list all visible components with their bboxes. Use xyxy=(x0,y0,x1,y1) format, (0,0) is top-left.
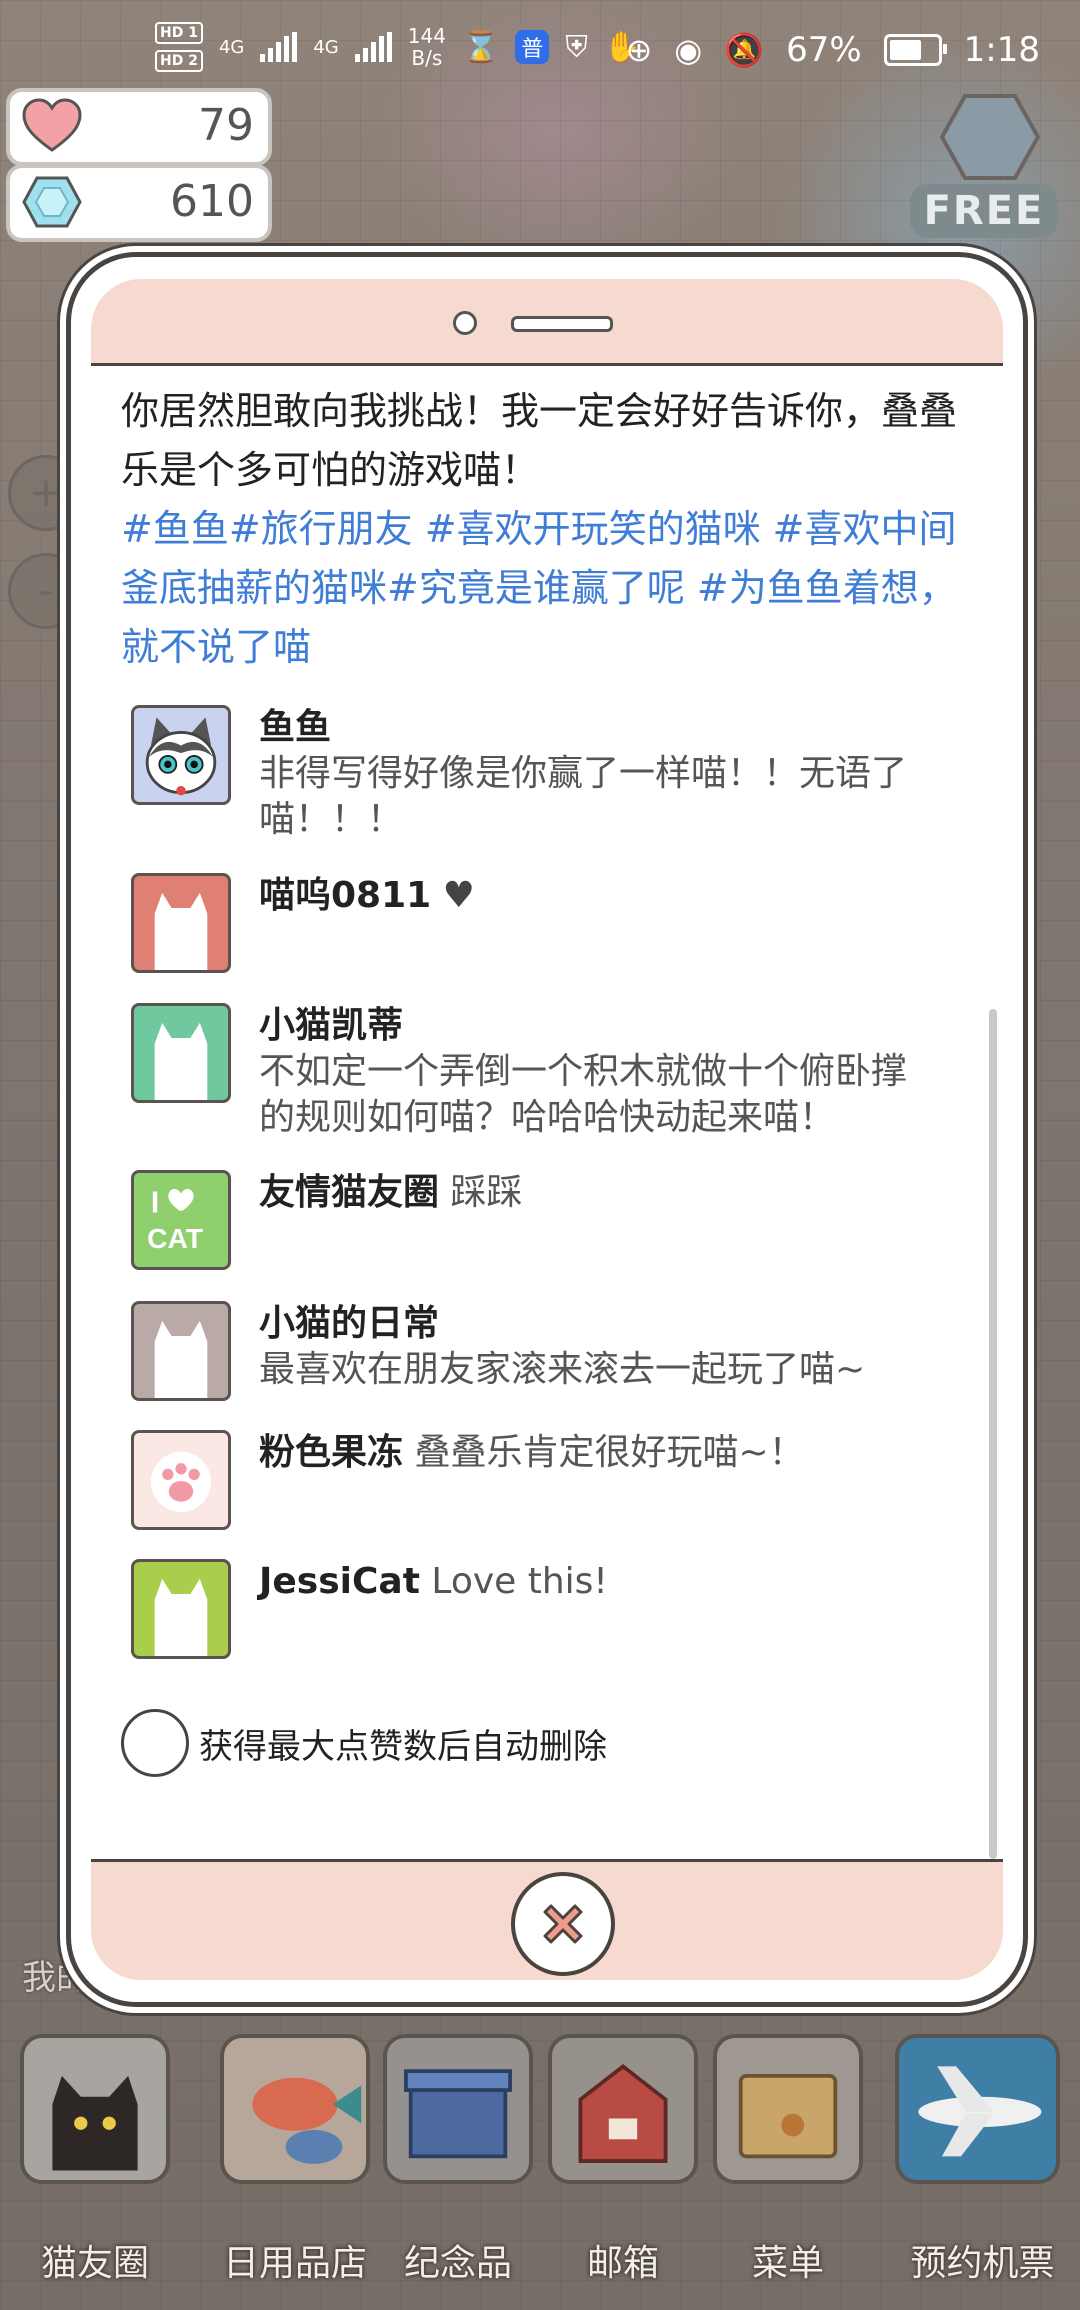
hd2-badge: HD 2 xyxy=(155,50,203,72)
camera-dot xyxy=(453,311,477,335)
net-speed-unit: B/s xyxy=(411,46,443,70)
i-love-cat-avatar[interactable]: I CAT xyxy=(131,1170,231,1270)
eye-icon: ◉ xyxy=(674,31,703,69)
fish-shop-icon xyxy=(220,2034,370,2184)
dock-label: 预约机票 xyxy=(910,2243,1055,2284)
dock-cat-friends[interactable]: 猫友圈 xyxy=(20,2034,170,2284)
dock-mailbox[interactable]: 邮箱 xyxy=(548,2034,698,2284)
dock-label: 纪念品 xyxy=(403,2243,512,2284)
comment-author[interactable]: 喵呜0811 xyxy=(259,875,431,916)
paw-avatar[interactable] xyxy=(131,1430,231,1530)
comment-text: 非得写得好像是你赢了一样喵！！无语了喵！！！ xyxy=(259,753,908,840)
gem-icon xyxy=(22,176,82,228)
bottom-dock: 猫友圈 日用品店 纪念品 邮箱 菜单 预约机票 xyxy=(0,2030,1080,2310)
app-notification-icon: 普 xyxy=(515,30,550,64)
auto-delete-label: 获得最大点赞数后自动删除 xyxy=(199,1726,607,1767)
comment-author[interactable]: 粉色果冻 xyxy=(259,1432,403,1473)
post-text: 你居然胆敢向我挑战！我一定会好好告诉你，叠叠乐是个多可怕的游戏喵！ xyxy=(121,389,958,492)
dock-daily-shop[interactable]: 日用品店 xyxy=(220,2034,370,2284)
close-icon xyxy=(543,1904,583,1944)
hd1-badge: HD 1 xyxy=(155,22,203,44)
clock: 1:18 xyxy=(963,30,1040,70)
gems-counter[interactable]: 610 xyxy=(6,164,272,242)
mailbox-icon xyxy=(548,2034,698,2184)
post-content: 你居然胆敢向我挑战！我一定会好好告诉你，叠叠乐是个多可怕的游戏喵！ #鱼鱼#旅行… xyxy=(121,382,973,677)
phone-frame-bottom xyxy=(91,1859,1003,1980)
hearts-counter[interactable]: 79 xyxy=(6,88,272,166)
comment-text: 踩踩 xyxy=(450,1172,523,1213)
dock-book-flight[interactable]: 预约机票 xyxy=(895,2034,1060,2284)
lime-cat-avatar[interactable] xyxy=(131,1559,231,1659)
cat-face-avatar[interactable] xyxy=(131,705,231,805)
green-cat-avatar[interactable] xyxy=(131,1003,231,1103)
signal-icon-2 xyxy=(354,32,392,62)
grey-cat-avatar[interactable] xyxy=(131,1301,231,1401)
free-button[interactable]: FREE xyxy=(910,184,1058,238)
comment-author[interactable]: 友情猫友圈 xyxy=(259,1172,439,1213)
post-detail-modal: 你居然胆敢向我挑战！我一定会好好告诉你，叠叠乐是个多可怕的游戏喵！ #鱼鱼#旅行… xyxy=(66,252,1028,2007)
dock-label: 邮箱 xyxy=(586,2243,659,2284)
signal-icon xyxy=(260,32,298,62)
dock-label: 日用品店 xyxy=(222,2243,367,2284)
heart-reaction-icon: ♥ xyxy=(442,875,475,916)
pink-cat-avatar[interactable] xyxy=(131,873,231,973)
comment-author[interactable]: 小猫的日常 xyxy=(259,1303,439,1344)
dock-label: 菜单 xyxy=(751,2243,824,2284)
comment-author[interactable]: 鱼鱼 xyxy=(259,707,331,748)
comment-text: 叠叠乐肯定很好玩喵~！ xyxy=(414,1432,805,1473)
network-4g-label: 4G xyxy=(218,36,245,58)
comment-text: Love this! xyxy=(431,1561,608,1602)
gems-value: 610 xyxy=(170,176,254,227)
link-icon: ⊕ xyxy=(625,31,653,69)
hourglass-icon: ⌛ xyxy=(461,29,500,65)
shield-icon: ⛨ xyxy=(565,29,588,65)
battery-percent: 67% xyxy=(786,30,862,70)
net-speed-value: 144 xyxy=(407,24,446,48)
close-button[interactable] xyxy=(511,1872,615,1976)
net-speed: 144 B/s xyxy=(408,25,446,69)
comment-text: 最喜欢在朋友家滚来滚去一起玩了喵~ xyxy=(259,1349,866,1390)
bell-off-icon: 🔕 xyxy=(724,31,765,69)
folder-icon xyxy=(713,2034,863,2184)
scrollbar[interactable] xyxy=(989,1009,997,1859)
network-4g-label-2: 4G xyxy=(313,36,339,58)
airplane-icon xyxy=(895,2034,1060,2184)
battery-icon xyxy=(883,34,947,66)
comment-author[interactable]: 小猫凯蒂 xyxy=(259,1005,403,1046)
dock-souvenirs[interactable]: 纪念品 xyxy=(383,2034,533,2284)
dock-label: 猫友圈 xyxy=(40,2243,149,2284)
phone-frame-top xyxy=(91,279,1003,366)
black-cat-icon xyxy=(20,2034,170,2184)
comment-author[interactable]: JessiCat xyxy=(259,1561,420,1602)
auto-delete-option[interactable]: 获得最大点赞数后自动删除 xyxy=(121,1709,607,1777)
auto-delete-checkbox[interactable] xyxy=(121,1709,189,1777)
free-gem-icon xyxy=(940,94,1040,180)
dock-menu[interactable]: 菜单 xyxy=(713,2034,863,2284)
speaker-slot xyxy=(511,316,613,332)
comment-text: 不如定一个弄倒一个积木就做十个俯卧撑的规则如何喵？哈哈哈快动起来喵！ xyxy=(259,1051,908,1138)
hearts-value: 79 xyxy=(198,100,254,151)
svg-text:I: I xyxy=(151,1186,159,1219)
box-icon xyxy=(383,2034,533,2184)
heart-icon xyxy=(22,98,82,152)
svg-text:CAT: CAT xyxy=(147,1222,203,1254)
post-tags[interactable]: #鱼鱼#旅行朋友 #喜欢开玩笑的猫咪 #喜欢中间釜底抽薪的猫咪#究竟是谁赢了呢 … xyxy=(121,500,973,677)
